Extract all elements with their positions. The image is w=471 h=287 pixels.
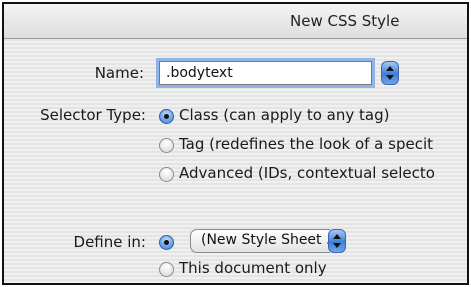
radio-advanced[interactable] [159,167,174,182]
define-in-label: Define in: [73,233,146,251]
up-down-arrows-icon [386,66,394,80]
style-sheet-popup-value: (New Style Sheet ... [201,232,340,248]
radio-tag-label[interactable]: Tag (redefines the look of a specit [179,135,433,153]
title-bar[interactable]: New CSS Style [4,4,467,39]
selector-type-label: Selector Type: [40,106,146,124]
radio-this-document-only-label[interactable]: This document only [179,259,327,277]
dialog-window: New CSS Style Name: Selector Type: Class… [2,2,469,285]
radio-class[interactable] [159,109,174,124]
window-title: New CSS Style [290,12,400,30]
name-input[interactable] [159,61,372,85]
radio-tag[interactable] [159,138,174,153]
style-sheet-popup-arrows-button[interactable] [328,229,346,253]
up-down-arrows-icon [333,234,341,248]
radio-new-style-sheet[interactable] [159,235,174,250]
name-label: Name: [94,64,144,82]
radio-this-document-only[interactable] [159,262,174,277]
style-sheet-popup[interactable]: (New Style Sheet ... [190,229,339,253]
name-stepper-button[interactable] [381,61,399,85]
radio-advanced-label[interactable]: Advanced (IDs, contextual selecto [179,164,435,182]
radio-class-label[interactable]: Class (can apply to any tag) [179,106,389,124]
